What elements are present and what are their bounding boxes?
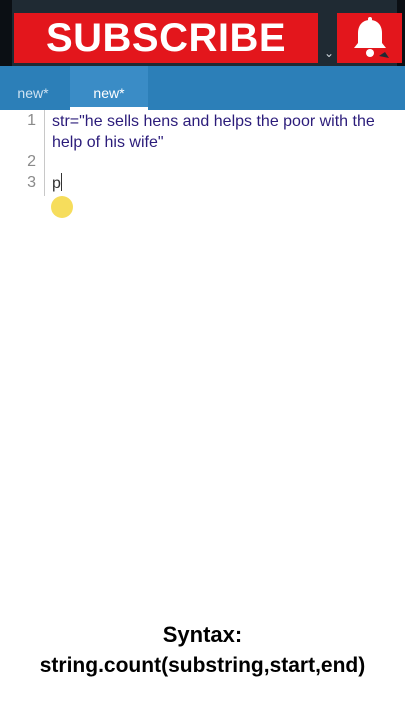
bell-icon	[354, 17, 389, 58]
code-line-wrap: help of his wife"	[52, 134, 164, 151]
code-line: str="he sells hens and helps the poor wi…	[52, 113, 375, 130]
tab-new-1[interactable]: new*	[0, 66, 66, 110]
code-line-current: p	[52, 173, 402, 194]
caption-syntax: string.count(substring,start,end)	[39, 654, 366, 677]
text-cursor	[60, 173, 62, 191]
line-number: 1	[27, 112, 36, 129]
line-number: 3	[27, 174, 36, 191]
touch-indicator	[51, 196, 73, 218]
code-editor[interactable]: 1 2 3 str="he sells hens and helps the p…	[0, 110, 405, 610]
tab-bar: new* new*	[0, 66, 405, 110]
tab-new-2-active[interactable]: new*	[70, 66, 148, 110]
line-number: 2	[27, 153, 36, 170]
small-mark-icon: ⌄	[324, 46, 335, 60]
caption-title: Syntax:	[162, 622, 243, 647]
subscribe-button[interactable]: SUBSCRIBE	[14, 13, 318, 63]
notification-bell-button[interactable]	[337, 13, 402, 63]
gutter-divider	[44, 110, 45, 196]
top-bar-left-edge	[0, 0, 12, 66]
current-line-text: p	[52, 175, 61, 192]
